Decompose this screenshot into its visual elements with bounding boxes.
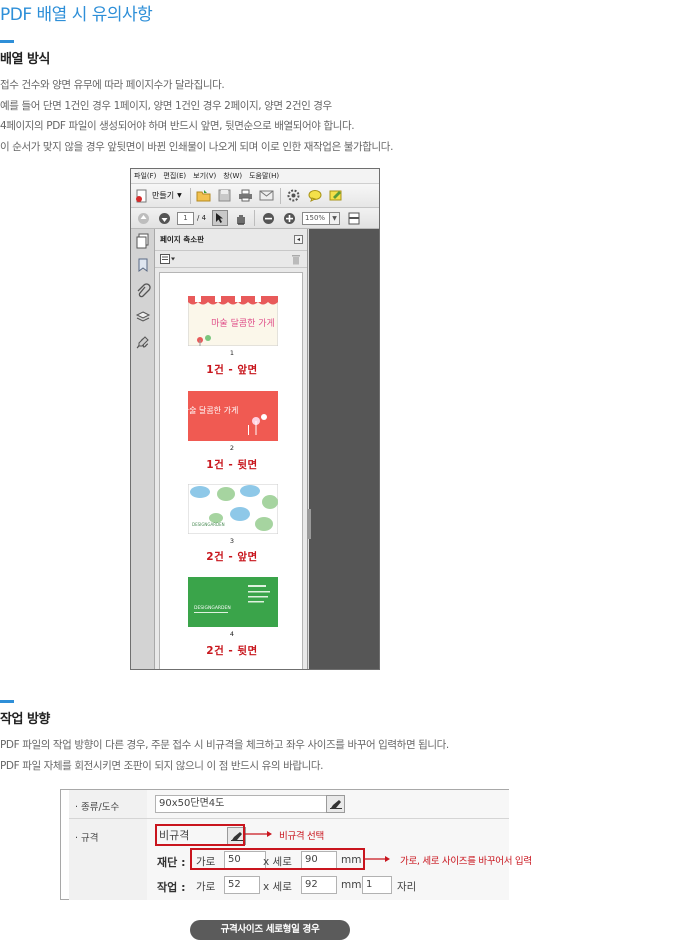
portrait-size-label: 규격사이즈 세로형일 경우: [190, 920, 350, 940]
spec-annotation: 비규격 선택: [279, 831, 324, 842]
cut-annotation: 가로, 세로 사이즈를 바꾸어서 입력: [400, 856, 532, 867]
annotation-arrows: [245, 831, 390, 862]
